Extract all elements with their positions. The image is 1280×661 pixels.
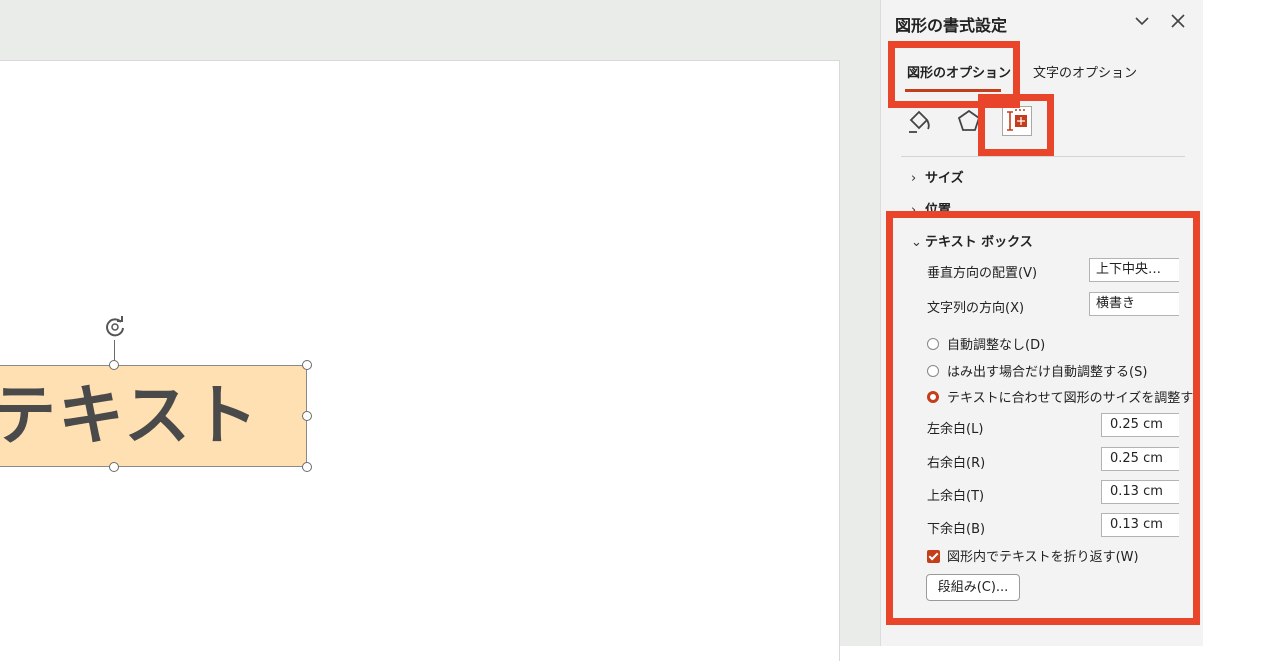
section-size[interactable]: › サイズ xyxy=(911,167,964,186)
close-icon[interactable] xyxy=(1167,10,1189,32)
wrap-text-label: 図形内でテキストを折り返す(W) xyxy=(947,550,1139,565)
size-properties-button[interactable] xyxy=(1002,106,1032,136)
resize-handle-bottom-right[interactable] xyxy=(302,462,312,472)
pane-title: 図形の書式設定 xyxy=(895,16,1008,35)
section-textbox-label: テキスト ボックス xyxy=(925,235,1033,250)
radio-shrink-on-overflow[interactable]: はみ出す場合だけ自動調整する(S) xyxy=(927,361,1147,380)
resize-handle-bottom-center[interactable] xyxy=(109,462,119,472)
shape-text[interactable]: テキスト xyxy=(0,365,260,467)
checkbox-checked xyxy=(927,550,940,563)
wrap-text-checkbox[interactable]: 図形内でテキストを折り返す(W) xyxy=(927,546,1139,565)
chevron-down-icon[interactable] xyxy=(1131,10,1153,32)
tab-text-options[interactable]: 文字のオプション xyxy=(1033,62,1137,81)
text-direction-label: 文字列の方向(X) xyxy=(927,301,1025,316)
section-divider xyxy=(901,156,1185,157)
chevron-right-icon: › xyxy=(911,171,917,186)
right-margin-label: 右余白(R) xyxy=(927,456,986,471)
resize-handle-middle-right[interactable] xyxy=(302,411,312,421)
resize-handle-top-center[interactable] xyxy=(109,360,119,370)
chevron-right-icon: › xyxy=(911,203,917,218)
section-size-label: サイズ xyxy=(925,171,964,186)
slide-canvas[interactable] xyxy=(0,60,840,661)
format-shape-pane: 図形の書式設定 図形のオプション 文字のオプション › サイズ › 位置 ⌄ テキスト… xyxy=(880,0,1203,646)
radio-no-autofit[interactable]: 自動調整なし(D) xyxy=(927,334,1045,353)
resize-handle-top-right[interactable] xyxy=(302,360,312,370)
size-properties-icon xyxy=(1007,109,1027,131)
left-margin-input[interactable]: 0.25 cm xyxy=(1101,413,1179,437)
radio-label: 自動調整なし(D) xyxy=(947,338,1046,353)
effects-pentagon-icon[interactable] xyxy=(954,106,984,136)
fill-line-icon[interactable] xyxy=(905,106,935,136)
chevron-down-icon: ⌄ xyxy=(911,235,922,250)
active-tab-underline xyxy=(905,89,1001,92)
tab-shape-options[interactable]: 図形のオプション xyxy=(907,62,1011,81)
top-margin-label: 上余白(T) xyxy=(927,489,985,504)
section-textbox[interactable]: ⌄ テキスト ボックス xyxy=(911,231,1033,250)
bottom-margin-input[interactable]: 0.13 cm xyxy=(1101,513,1179,537)
top-margin-input[interactable]: 0.13 cm xyxy=(1101,480,1179,504)
left-margin-label: 左余白(L) xyxy=(927,422,984,437)
section-position-label: 位置 xyxy=(925,203,952,218)
blank-margin xyxy=(1203,0,1280,646)
radio-resize-shape-to-fit[interactable]: テキストに合わせて図形のサイズを調整す xyxy=(927,387,1193,406)
radio-label: テキストに合わせて図形のサイズを調整す xyxy=(947,391,1194,406)
radio-label: はみ出す場合だけ自動調整する(S) xyxy=(947,365,1148,380)
bottom-margin-label: 下余白(B) xyxy=(927,522,986,537)
radio-button xyxy=(927,338,939,350)
vertical-align-label: 垂直方向の配置(V) xyxy=(927,266,1038,281)
vertical-align-dropdown[interactable]: 上下中央… xyxy=(1089,258,1179,282)
columns-button[interactable]: 段組み(C)... xyxy=(926,574,1020,601)
text-direction-dropdown[interactable]: 横書き xyxy=(1089,292,1179,316)
slide-workspace: テキスト xyxy=(0,0,880,661)
radio-button xyxy=(927,365,939,377)
right-margin-input[interactable]: 0.25 cm xyxy=(1101,447,1179,471)
section-position[interactable]: › 位置 xyxy=(911,199,951,218)
rotate-handle-icon[interactable] xyxy=(101,313,129,341)
radio-button-selected xyxy=(927,391,939,403)
